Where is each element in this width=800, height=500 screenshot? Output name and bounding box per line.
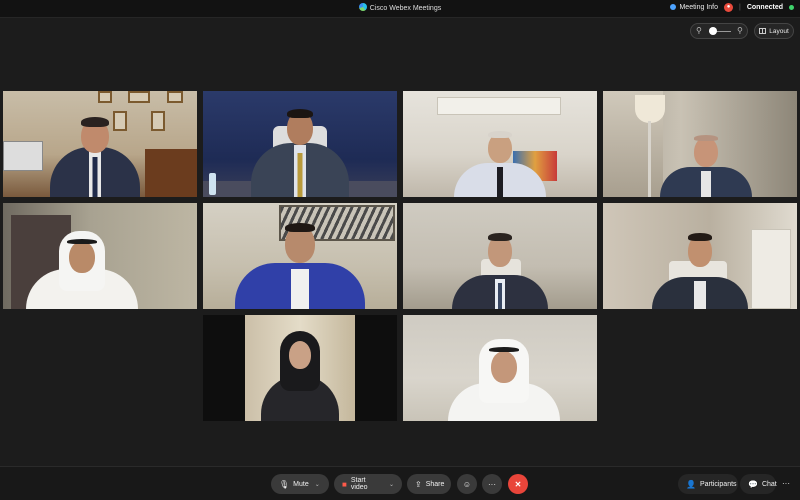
video-tile[interactable] <box>3 91 197 197</box>
shirt <box>701 171 711 197</box>
video-tile[interactable] <box>403 315 597 421</box>
participant-video <box>261 329 339 421</box>
tie <box>497 167 503 197</box>
chevron-down-icon[interactable]: ⌄ <box>315 481 320 488</box>
lamp-shade <box>635 95 665 123</box>
meeting-info-button[interactable]: Meeting Info <box>670 4 718 11</box>
participant-video <box>26 229 138 309</box>
printer <box>3 141 43 171</box>
lamp-stand <box>648 121 651 197</box>
ceiling-light <box>437 97 561 115</box>
tie <box>498 283 502 309</box>
zoom-knob[interactable] <box>709 27 717 35</box>
share-icon: ⇪ <box>415 479 422 489</box>
participant-head <box>289 341 311 369</box>
participant-hair <box>688 233 712 241</box>
video-tile[interactable] <box>203 91 397 197</box>
chat-label: Chat <box>761 480 777 488</box>
header-status: Meeting Info ● | Connected <box>670 3 794 12</box>
shirt <box>291 269 309 309</box>
webex-logo-icon <box>358 3 367 11</box>
participant-hair <box>694 135 718 141</box>
participant-video <box>452 233 548 309</box>
participant-hair <box>287 109 313 118</box>
more-icon: ··· <box>488 479 496 489</box>
participant-hair <box>81 117 109 127</box>
participant-video <box>250 109 350 197</box>
cabinet <box>145 149 197 197</box>
share-button[interactable]: ⇪ Share <box>407 474 451 494</box>
participant-video <box>235 221 365 309</box>
participant-video <box>50 117 140 197</box>
webex-meeting-window: Cisco Webex Meetings Meeting Info ● | Co… <box>0 0 800 500</box>
layout-label: Layout <box>769 27 789 35</box>
participant-head <box>69 241 95 273</box>
wall-frame <box>151 111 165 131</box>
participant-video <box>660 135 752 197</box>
title-bar: Cisco Webex Meetings Meeting Info ● | Co… <box>0 0 800 18</box>
overflow-menu-button[interactable]: ··· <box>777 474 795 492</box>
video-feed <box>245 315 355 421</box>
participant-hair <box>488 131 512 138</box>
participants-label: Participants <box>699 480 737 488</box>
layout-grid-icon <box>759 28 767 34</box>
end-call-icon: ✕ <box>514 479 522 489</box>
shelf <box>751 229 791 309</box>
microphone-icon: 🎙 <box>279 479 290 489</box>
video-tile[interactable] <box>403 203 597 309</box>
camera-icon: ■ <box>342 479 347 489</box>
zoom-in-icon[interactable]: ⚲ <box>737 26 743 35</box>
agal <box>67 239 97 244</box>
end-call-button[interactable]: ✕ <box>508 474 528 494</box>
connection-status: Connected <box>746 4 783 11</box>
wall-frame <box>98 91 112 103</box>
participant-hair <box>488 233 512 241</box>
participants-button[interactable]: 👤 Participants <box>678 474 738 494</box>
connected-dot-icon <box>789 5 794 10</box>
more-options-button[interactable]: ··· <box>482 474 502 494</box>
meeting-controls: 🎙 Mute ⌄ ■ Start video ⌄ ⇪ Share ☺ ··· ✕… <box>0 466 800 500</box>
tie <box>297 153 303 197</box>
video-tile[interactable] <box>603 91 797 197</box>
wall-frame <box>128 91 150 103</box>
more-icon: ··· <box>782 478 790 488</box>
start-video-button[interactable]: ■ Start video ⌄ <box>334 474 402 494</box>
zoom-out-icon[interactable]: ⚲ <box>696 26 702 35</box>
mute-button[interactable]: 🎙 Mute ⌄ <box>271 474 329 494</box>
zoom-slider[interactable]: ⚲ ⚲ <box>690 23 748 39</box>
emoji-icon: ☺ <box>462 479 472 489</box>
video-tile[interactable] <box>403 91 597 197</box>
share-label: Share <box>425 480 445 488</box>
window-title: Cisco Webex Meetings <box>369 5 442 12</box>
participant-head <box>491 351 517 383</box>
participant-video <box>652 233 748 309</box>
chat-icon: 💬 <box>748 479 758 489</box>
shirt <box>694 281 706 309</box>
video-tile[interactable] <box>203 315 397 421</box>
info-icon <box>670 4 677 10</box>
divider: | <box>739 4 741 11</box>
meeting-info-label: Meeting Info <box>679 4 718 11</box>
layout-button[interactable]: Layout <box>754 23 794 39</box>
chat-button[interactable]: 💬 Chat <box>740 474 777 494</box>
water-bottle <box>209 173 216 195</box>
tie <box>92 157 98 197</box>
participants-icon: 👤 <box>686 479 696 489</box>
participant-video <box>454 131 546 197</box>
wall-frame <box>167 91 183 103</box>
start-video-label: Start video <box>350 477 368 491</box>
participant-hair <box>285 223 315 232</box>
agal <box>489 347 519 352</box>
mute-label: Mute <box>293 480 309 488</box>
record-icon[interactable]: ● <box>724 3 733 12</box>
video-tile[interactable] <box>203 203 397 309</box>
participant-video <box>448 337 560 421</box>
video-tile[interactable] <box>3 203 197 309</box>
chevron-down-icon[interactable]: ⌄ <box>389 481 394 488</box>
participant-head <box>694 137 718 167</box>
emoji-reactions-button[interactable]: ☺ <box>457 474 477 494</box>
video-tile[interactable] <box>603 203 797 309</box>
